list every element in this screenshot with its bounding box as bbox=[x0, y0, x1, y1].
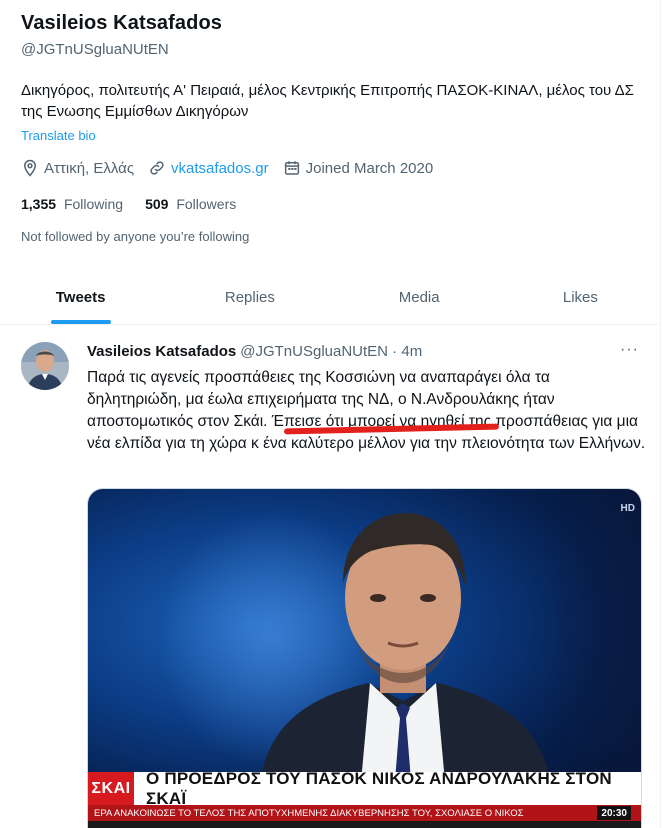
website-item[interactable]: vkatsafados.gr bbox=[148, 159, 269, 177]
profile-tabs: Tweets Replies Media Likes bbox=[0, 271, 661, 324]
avatar[interactable] bbox=[21, 342, 69, 390]
following-label: Following bbox=[63, 196, 124, 212]
presenter-figure bbox=[258, 513, 553, 793]
profile-handle: @JGTnUSgluaNUtEN bbox=[21, 41, 169, 58]
tweet-header: Vasileios Katsafados @JGTnUSgluaNUtEN · … bbox=[87, 343, 422, 360]
tab-replies-label: Replies bbox=[224, 289, 275, 306]
tab-replies[interactable]: Replies bbox=[161, 271, 338, 324]
tab-likes[interactable]: Likes bbox=[500, 271, 661, 324]
location-item: Αττική, Ελλάς bbox=[21, 159, 134, 177]
avatar-photo bbox=[21, 342, 69, 390]
tweet[interactable]: Vasileios Katsafados @JGTnUSgluaNUtEN · … bbox=[0, 325, 661, 828]
tweet-media-image[interactable]: HD ΣΚΑΙ Ο ΠΡΟΕΔΡΟΣ ΤΟΥ ΠΑΣΟΚ ΝΙΚΟΣ ΑΝΔΡΟ… bbox=[87, 488, 642, 828]
website-link[interactable]: vkatsafados.gr bbox=[171, 160, 269, 177]
tab-tweets-label: Tweets bbox=[55, 289, 106, 306]
tab-tweets[interactable]: Tweets bbox=[0, 271, 161, 324]
not-followed-notice: Not followed by anyone you’re following bbox=[21, 229, 250, 244]
translate-bio-link[interactable]: Translate bio bbox=[21, 128, 96, 143]
joined-item: Joined March 2020 bbox=[283, 159, 434, 177]
tweet-text: Παρά τις αγενείς προσπάθειες της Κοσσιών… bbox=[87, 369, 646, 452]
tweet-author-name[interactable]: Vasileios Katsafados bbox=[87, 343, 236, 360]
profile-meta: Αττική, Ελλάς vkatsafados.gr Joined Marc… bbox=[21, 157, 447, 179]
link-icon bbox=[150, 161, 164, 175]
followers-link[interactable]: 509 Followers bbox=[145, 196, 236, 212]
ticker-text: ΕΡΑ ΑΝΑΚΟΙΝΩΣΕ ΤΟ ΤΕΛΟΣ ΤΗΣ ΑΠΟΤΥΧΗΜΕΝΗΣ… bbox=[94, 807, 524, 819]
screen-bezel bbox=[88, 821, 641, 828]
tweet-author-handle[interactable]: @JGTnUSgluaNUtEN · 4m bbox=[240, 343, 422, 360]
broadcast-clock: 20:30 bbox=[597, 806, 631, 820]
following-link[interactable]: 1,355 Following bbox=[21, 196, 123, 212]
tab-media[interactable]: Media bbox=[339, 271, 500, 324]
joined-text: Joined March 2020 bbox=[305, 159, 434, 177]
followers-label: Followers bbox=[176, 196, 237, 212]
calendar-icon bbox=[284, 161, 299, 175]
profile-bio: Δικηγόρος, πολιτευτής Α' Πειραιά, μέλος … bbox=[21, 82, 634, 120]
following-count: 1,355 bbox=[21, 196, 57, 212]
location-pin-icon bbox=[23, 159, 37, 177]
follow-stats: 1,355 Following 509 Followers bbox=[21, 196, 258, 212]
channel-logo: ΣΚΑΙ bbox=[88, 772, 134, 805]
news-ticker: ΕΡΑ ΑΝΑΚΟΙΝΩΣΕ ΤΟ ΤΕΛΟΣ ΤΗΣ ΑΠΟΤΥΧΗΜΕΝΗΣ… bbox=[88, 805, 641, 821]
profile-name: Vasileios Katsafados bbox=[21, 12, 222, 34]
news-headline: Ο ΠΡΟΕΔΡΟΣ ΤΟΥ ΠΑΣΟΚ ΝΙΚΟΣ ΑΝΔΡΟΥΛΑΚΗΣ Σ… bbox=[134, 769, 641, 808]
profile-header: Vasileios Katsafados @JGTnUSgluaNUtEN Δι… bbox=[0, 0, 661, 325]
news-lower-third: ΣΚΑΙ Ο ΠΡΟΕΔΡΟΣ ΤΟΥ ΠΑΣΟΚ ΝΙΚΟΣ ΑΝΔΡΟΥΛΑ… bbox=[88, 769, 641, 808]
more-options-icon[interactable]: ··· bbox=[620, 341, 639, 359]
location-text: Αττική, Ελλάς bbox=[44, 159, 135, 177]
tab-media-label: Media bbox=[398, 289, 440, 306]
tab-likes-label: Likes bbox=[562, 289, 598, 306]
hd-tag: HD bbox=[620, 503, 635, 514]
followers-count: 509 bbox=[145, 196, 169, 212]
